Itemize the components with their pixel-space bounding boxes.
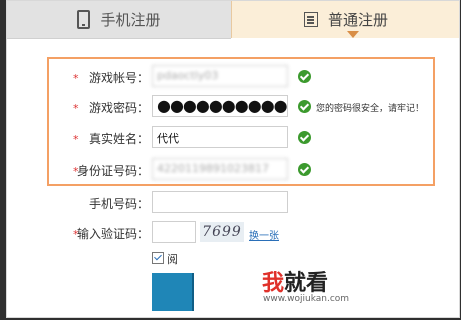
- required-star: *: [73, 133, 79, 146]
- realname-input[interactable]: 代代: [152, 126, 288, 148]
- password-label: 游戏密码：: [88, 101, 149, 115]
- refresh-captcha-link[interactable]: 换一张: [249, 227, 279, 242]
- phone-row: 手机号码：: [7, 191, 459, 215]
- realname-label: 真实姓名：: [88, 132, 149, 146]
- required-star: *: [73, 72, 79, 85]
- realname-row: * 真实姓名： 代代: [7, 126, 459, 150]
- idcard-input[interactable]: 4220119891023817: [152, 158, 288, 180]
- captcha-input[interactable]: [152, 221, 196, 243]
- tab-mobile-label: 手机注册: [100, 11, 161, 29]
- agree-checkbox[interactable]: [152, 252, 164, 264]
- captcha-row: * 输入验证码： 7699 换一张: [7, 221, 459, 245]
- idcard-label: 身份证号码：: [76, 164, 149, 178]
- idcard-row: * 身份证号码： 4220119891023817: [7, 158, 459, 182]
- document-icon: [303, 12, 318, 27]
- username-label: 游戏帐号：: [88, 71, 149, 85]
- mobile-phone-icon: [77, 10, 91, 29]
- check-icon: [298, 163, 311, 176]
- check-icon: [298, 100, 311, 113]
- active-tab-caret: [347, 31, 359, 38]
- watermark-rest: 就看: [284, 271, 329, 296]
- phone-input[interactable]: [152, 191, 288, 213]
- submit-button[interactable]: [152, 273, 194, 311]
- check-icon: [298, 131, 311, 144]
- watermark: 我就看 www.wojiukan.com: [229, 263, 443, 309]
- password-row: * 游戏密码： ●●●●●●●●●●●●●●● 您的密码很安全，请牢记！: [7, 95, 459, 119]
- tab-bar: 手机注册 普通注册: [7, 1, 459, 39]
- captcha-image[interactable]: 7699: [200, 222, 244, 242]
- tab-normal-register[interactable]: 普通注册: [231, 1, 459, 38]
- check-icon: [298, 70, 311, 83]
- password-input[interactable]: ●●●●●●●●●●●●●●●: [152, 95, 288, 117]
- username-row: * 游戏帐号： pdaoctly03: [7, 65, 459, 89]
- tab-mobile-register[interactable]: 手机注册: [7, 1, 231, 39]
- username-input[interactable]: pdaoctly03: [152, 65, 288, 87]
- registration-panel: 手机注册 普通注册 * 游戏帐号： pdaoctly03 * 游戏密码： ●●●…: [6, 0, 460, 318]
- watermark-url: www.wojiukan.com: [263, 294, 350, 304]
- captcha-label: 输入验证码：: [76, 227, 149, 241]
- watermark-accent: 我: [262, 271, 285, 296]
- agree-text: 阅: [167, 253, 178, 266]
- watermark-title: 我就看: [262, 265, 328, 297]
- phone-label: 手机号码：: [88, 197, 149, 211]
- tab-normal-label: 普通注册: [327, 11, 388, 29]
- required-star: *: [73, 102, 79, 115]
- password-strength-tip: 您的密码很安全，请牢记！: [316, 104, 425, 114]
